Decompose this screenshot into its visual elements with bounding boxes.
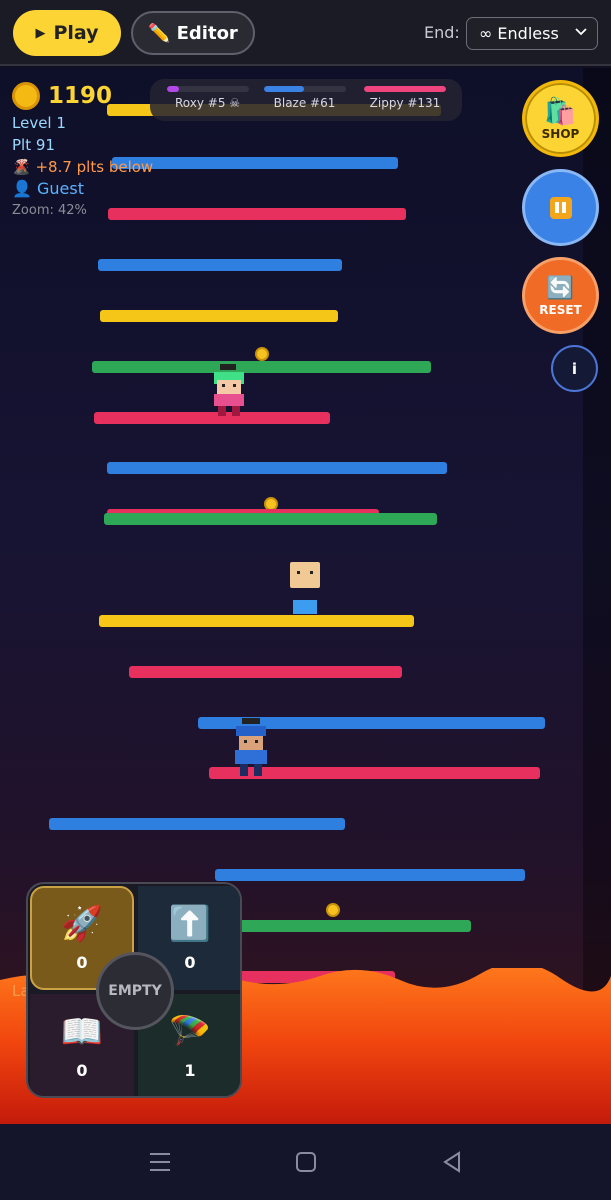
coin-counter: 1190 bbox=[12, 80, 153, 112]
platform bbox=[49, 818, 345, 830]
powerup-panel: 🚀 0 ⬆️ 0 📖 0 🪂 1 EMPTY bbox=[26, 882, 242, 1098]
platform bbox=[100, 310, 338, 322]
home-icon[interactable] bbox=[294, 1150, 318, 1174]
coin bbox=[326, 903, 340, 917]
platform bbox=[129, 666, 402, 678]
level-text: Level 1 bbox=[12, 114, 66, 132]
reset-label: RESET bbox=[539, 302, 582, 317]
rocket-count: 0 bbox=[76, 952, 88, 972]
chevron-down-icon bbox=[575, 28, 587, 36]
coin-icon bbox=[12, 82, 40, 110]
racer-progress-fill bbox=[263, 86, 304, 92]
platform bbox=[92, 361, 431, 373]
platform bbox=[107, 462, 447, 474]
blue-cap-racer bbox=[235, 718, 267, 776]
platform bbox=[238, 920, 471, 932]
zoom-level: Zoom: 42% bbox=[12, 203, 87, 218]
up-arrow-icon: ⬆️ bbox=[168, 903, 212, 944]
play-icon: ▶ bbox=[35, 25, 46, 41]
user-icon: 👤 bbox=[12, 179, 32, 198]
platform bbox=[104, 513, 437, 525]
platform bbox=[99, 615, 414, 627]
racer-label: Roxy #5 ☠ bbox=[174, 96, 241, 110]
racer-progress-fill bbox=[166, 86, 179, 92]
editor-button[interactable]: ✏️ Editor bbox=[131, 11, 255, 55]
racer-label: Blaze #61 bbox=[273, 96, 336, 110]
platforms-below: 🌋 +8.7 plts below bbox=[12, 156, 153, 178]
player-name[interactable]: 👤 Guest bbox=[12, 178, 153, 200]
system-nav-bar bbox=[0, 1124, 611, 1200]
book-count: 0 bbox=[76, 1060, 88, 1080]
end-mode-select[interactable]: ∞ Endless bbox=[466, 17, 598, 50]
menu-icon[interactable] bbox=[148, 1150, 172, 1174]
editor-label: Editor bbox=[176, 22, 238, 44]
racer-zippy: Zippy #131 bbox=[360, 86, 450, 110]
volcano-icon: 🌋 bbox=[12, 158, 31, 176]
shop-label: SHOP bbox=[541, 126, 580, 141]
player-name-text: Guest bbox=[37, 179, 85, 198]
racer-blaze: Blaze #61 bbox=[262, 86, 347, 110]
parachute-icon: 🪂 bbox=[168, 1011, 212, 1052]
racer-roxy: Roxy #5 ☠ bbox=[165, 86, 250, 110]
racer-label: Zippy #131 bbox=[369, 96, 441, 110]
coin-count: 1190 bbox=[48, 83, 113, 109]
green-hair-racer bbox=[214, 364, 244, 416]
racer-progress-fill bbox=[364, 86, 446, 92]
platforms-below-text: +8.7 plts below bbox=[35, 158, 154, 176]
platform bbox=[98, 259, 342, 271]
top-bar: ▶ Play ✏️ Editor End: ∞ Endless bbox=[0, 0, 611, 66]
pause-icon bbox=[549, 196, 572, 219]
play-label: Play bbox=[53, 22, 99, 44]
empty-label: EMPTY bbox=[108, 983, 162, 999]
end-mode-label: End: bbox=[424, 23, 460, 42]
platform bbox=[112, 157, 398, 169]
shopping-bag-icon: 🛍️ bbox=[544, 96, 577, 127]
platform bbox=[215, 869, 525, 881]
pause-button[interactable] bbox=[522, 169, 599, 246]
platform-count: Plt 91 bbox=[12, 136, 55, 154]
jump-count: 0 bbox=[184, 952, 196, 972]
parachute-count: 1 bbox=[184, 1060, 196, 1080]
box-racer bbox=[290, 562, 320, 614]
back-icon[interactable] bbox=[440, 1150, 464, 1174]
reset-button[interactable]: 🔄 RESET bbox=[522, 257, 599, 334]
hud-stats: 1190 Level 1 Plt 91 Lava: 0.7 plt/s 🌋 +8… bbox=[12, 80, 153, 1000]
coin bbox=[255, 347, 269, 361]
play-button[interactable]: ▶ Play bbox=[13, 10, 121, 56]
end-mode-value: ∞ Endless bbox=[479, 24, 559, 43]
pencil-icon: ✏️ bbox=[148, 22, 171, 44]
powerup-slot-empty[interactable]: EMPTY bbox=[96, 952, 174, 1030]
info-button[interactable]: i bbox=[551, 345, 598, 392]
rocket-icon: 🚀 bbox=[60, 903, 104, 944]
race-progress-bar: Roxy #5 ☠ Blaze #61 Zippy #131 bbox=[150, 79, 462, 121]
book-icon: 📖 bbox=[60, 1011, 104, 1052]
info-icon: i bbox=[571, 359, 578, 378]
shop-button[interactable]: 🛍️ SHOP bbox=[522, 80, 599, 157]
reset-icon: 🔄 bbox=[546, 275, 575, 301]
